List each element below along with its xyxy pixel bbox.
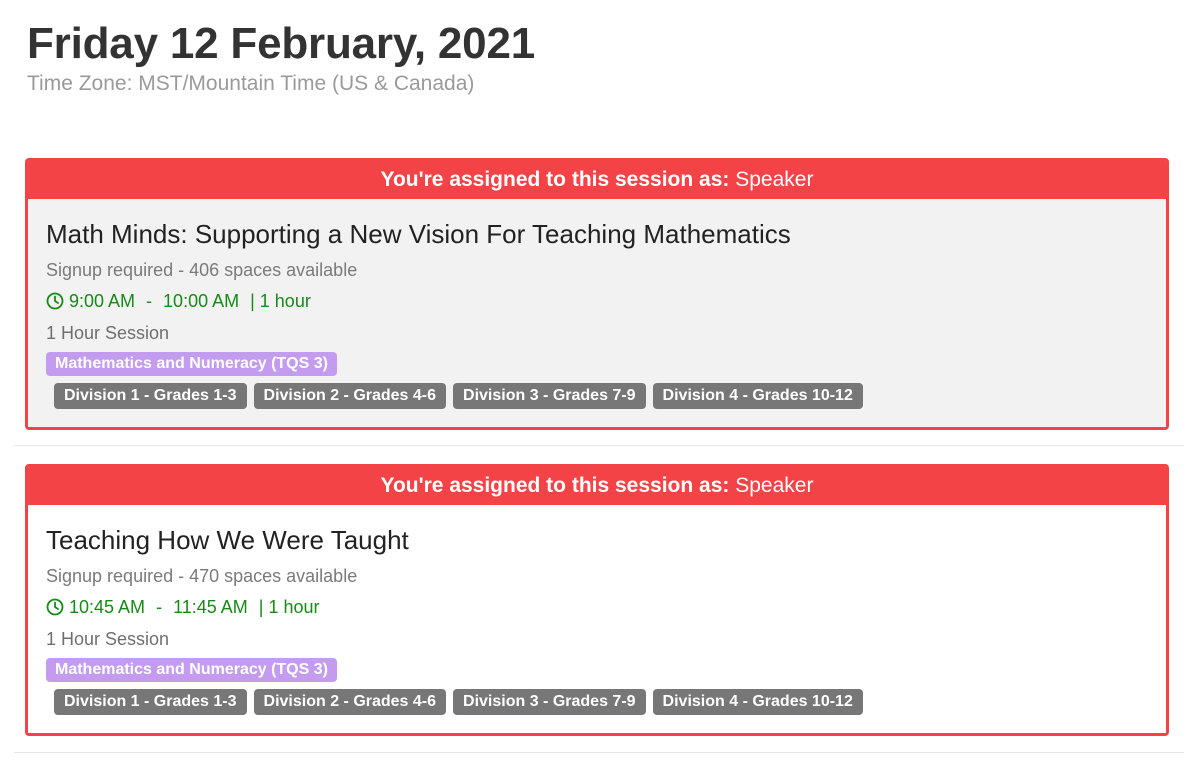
session-duration: | 1 hour	[258, 597, 320, 617]
session-time: 10:45 AM - 11:45 AM | 1 hour	[46, 596, 320, 618]
grade-tag-division-4: Division 4 - Grades 10-12	[652, 689, 863, 715]
assignment-banner: You're assigned to this session as: Spea…	[28, 161, 1166, 199]
session-type: 1 Hour Session	[46, 323, 170, 343]
clock-icon	[46, 598, 64, 616]
strand-tag: Mathematics and Numeracy (TQS 3)	[46, 352, 337, 376]
start-time: 9:00 AM	[69, 291, 136, 311]
assignment-banner-label: You're assigned to this session as:	[380, 168, 730, 191]
session-duration: | 1 hour	[250, 291, 311, 311]
page-title: Friday 12 February, 2021	[27, 19, 535, 68]
session-row: You're assigned to this session as: Spea…	[14, 461, 1184, 753]
grade-tag-division-1: Division 1 - Grades 1-3	[54, 383, 247, 409]
grade-tag-division-3: Division 3 - Grades 7-9	[453, 383, 646, 409]
grade-tag-division-3: Division 3 - Grades 7-9	[453, 689, 646, 715]
schedule-page: Friday 12 February, 2021 Time Zone: MST/…	[0, 0, 1200, 764]
start-time: 10:45 AM	[69, 597, 146, 617]
assignment-role: Speaker	[735, 168, 814, 191]
end-time: 11:45 AM	[173, 597, 248, 617]
grade-tags: Division 1 - Grades 1-3 Division 2 - Gra…	[54, 383, 870, 409]
session-type: 1 Hour Session	[46, 629, 170, 649]
assignment-banner: You're assigned to this session as: Spea…	[28, 467, 1166, 505]
session-title[interactable]: Teaching How We Were Taught	[46, 523, 409, 557]
clock-icon	[46, 292, 64, 310]
time-separator: -	[146, 291, 153, 311]
session-card[interactable]: You're assigned to this session as: Spea…	[25, 464, 1169, 736]
strand-tag: Mathematics and Numeracy (TQS 3)	[46, 658, 337, 682]
session-row: You're assigned to this session as: Spea…	[14, 155, 1184, 446]
session-time: 9:00 AM - 10:00 AM | 1 hour	[46, 290, 311, 312]
timezone-label: Time Zone: MST/Mountain Time (US & Canad…	[27, 72, 475, 95]
assignment-banner-label: You're assigned to this session as:	[380, 474, 730, 497]
session-body: Teaching How We Were Taught Signup requi…	[28, 505, 1166, 733]
session-body: Math Minds: Supporting a New Vision For …	[28, 199, 1166, 427]
grade-tag-division-4: Division 4 - Grades 10-12	[652, 383, 863, 409]
time-separator: -	[156, 597, 163, 617]
grade-tag-division-1: Division 1 - Grades 1-3	[54, 689, 247, 715]
grade-tag-division-2: Division 2 - Grades 4-6	[253, 383, 447, 409]
session-card[interactable]: You're assigned to this session as: Spea…	[25, 158, 1169, 430]
assignment-role: Speaker	[735, 474, 814, 497]
session-title[interactable]: Math Minds: Supporting a New Vision For …	[46, 217, 791, 251]
grade-tags: Division 1 - Grades 1-3 Division 2 - Gra…	[54, 689, 870, 715]
grade-tag-division-2: Division 2 - Grades 4-6	[253, 689, 447, 715]
signup-availability: Signup required - 406 spaces available	[46, 260, 358, 280]
end-time: 10:00 AM	[163, 291, 240, 311]
signup-availability: Signup required - 470 spaces available	[46, 566, 358, 586]
